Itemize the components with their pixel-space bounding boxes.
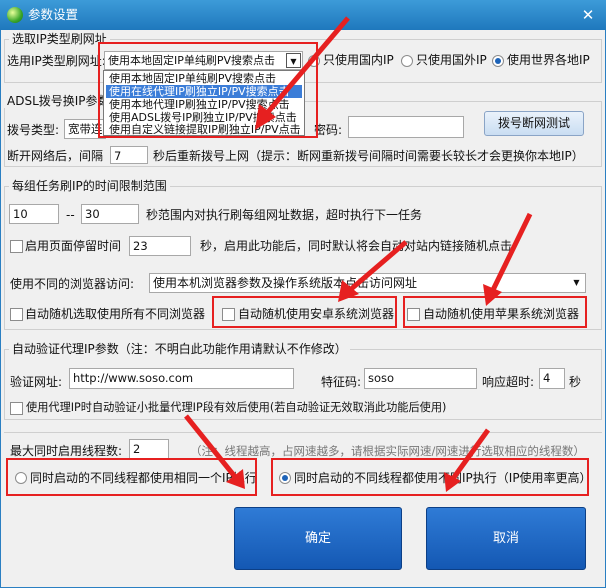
arrow-to-android [338,240,408,302]
arrow-to-dropdown [255,16,350,130]
annotation-arrows [184,16,533,492]
arrow-to-apple [483,212,533,306]
arrow-to-same-ip [184,414,245,489]
arrow-to-different-ip [444,428,491,492]
